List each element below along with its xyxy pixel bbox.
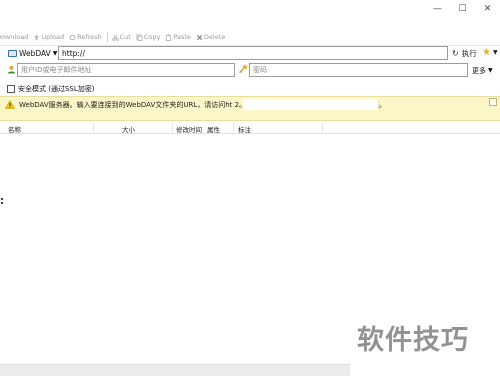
password-input[interactable] [249,63,468,77]
more-chevron-icon: ▼ [488,67,493,74]
column-divider[interactable] [172,123,173,133]
more-label: 更多 [472,66,486,75]
info-banner: WebDAV服务器。输入要连接到的WebDAV文件夹的URL，请访问ht 2。输… [0,96,500,121]
column-divider[interactable] [93,123,94,133]
status-bar [0,364,350,376]
upload-label: Upload [41,33,65,41]
redaction-box [243,99,378,110]
secure-mode-label: 安全模式 (通过SSL加密) [18,84,95,93]
url-input[interactable] [58,46,448,60]
column-header-size[interactable]: 大小 [122,124,135,134]
copy-button[interactable]: Copy [136,33,161,41]
window-controls: — ☐ ✕ [425,0,500,18]
column-header-name[interactable]: 名称 [8,124,21,134]
favorites-button[interactable]: ★ ▼ [482,46,498,59]
cut-button[interactable]: Cut [111,33,131,41]
cut-label: Cut [119,33,131,41]
column-header-note[interactable]: 标注 [238,124,251,134]
refresh-label: Refresh [77,33,102,41]
paste-label: Paste [173,33,191,41]
toolbar-separator [106,32,108,42]
chevron-down-icon: ▼ [52,50,58,57]
column-header-modified[interactable]: 修改时间 [176,124,202,134]
delete-button[interactable]: Delete [196,33,225,41]
panel-resize-grip[interactable] [1,198,4,208]
watermark-text: 软件技巧 [357,325,469,356]
banner-close-button[interactable] [489,98,497,106]
key-icon [239,64,248,73]
scissors-icon [111,34,119,41]
refresh-run-icon: ↻ [452,49,459,58]
column-divider[interactable] [322,123,323,133]
favorites-chevron-icon: ▼ [492,49,498,56]
close-button[interactable]: ✕ [475,0,500,18]
upload-button[interactable]: Upload [33,33,64,41]
warning-icon [5,100,15,109]
delete-label: Delete [203,33,226,41]
download-button[interactable]: Download [0,33,28,41]
paste-icon [166,33,172,41]
user-id-input[interactable] [17,63,235,77]
maximize-button[interactable]: ☐ [450,0,475,18]
refresh-button[interactable]: Refresh [69,33,102,41]
protocol-selector[interactable]: WebDAV ▼ [8,47,57,60]
upload-icon [34,34,40,40]
execute-button[interactable]: ↻ 执行 [452,47,477,60]
user-icon [7,65,16,74]
network-drive-icon [8,50,17,57]
secure-mode-checkbox[interactable] [7,84,15,93]
protocol-label: WebDAV [19,49,51,58]
column-divider[interactable] [233,123,234,133]
secure-mode-option[interactable]: 安全模式 (通过SSL加密) [7,83,94,94]
execute-label: 执行 [461,49,477,58]
toolbar: Download Upload Refresh Cut Copy Paste D… [0,30,230,44]
paste-button[interactable]: Paste [165,33,191,41]
file-list-header: 名称 大小 修改时间 属性 标注 [0,122,500,134]
minimize-button[interactable]: — [425,0,450,18]
star-icon: ★ [482,47,491,58]
column-header-attributes[interactable]: 属性 [207,124,220,134]
delete-icon [196,34,203,40]
copy-label: Copy [143,33,161,41]
refresh-icon [69,34,76,40]
copy-icon [136,33,143,41]
download-label: Download [0,33,29,41]
more-button[interactable]: 更多 ▼ [472,64,493,77]
